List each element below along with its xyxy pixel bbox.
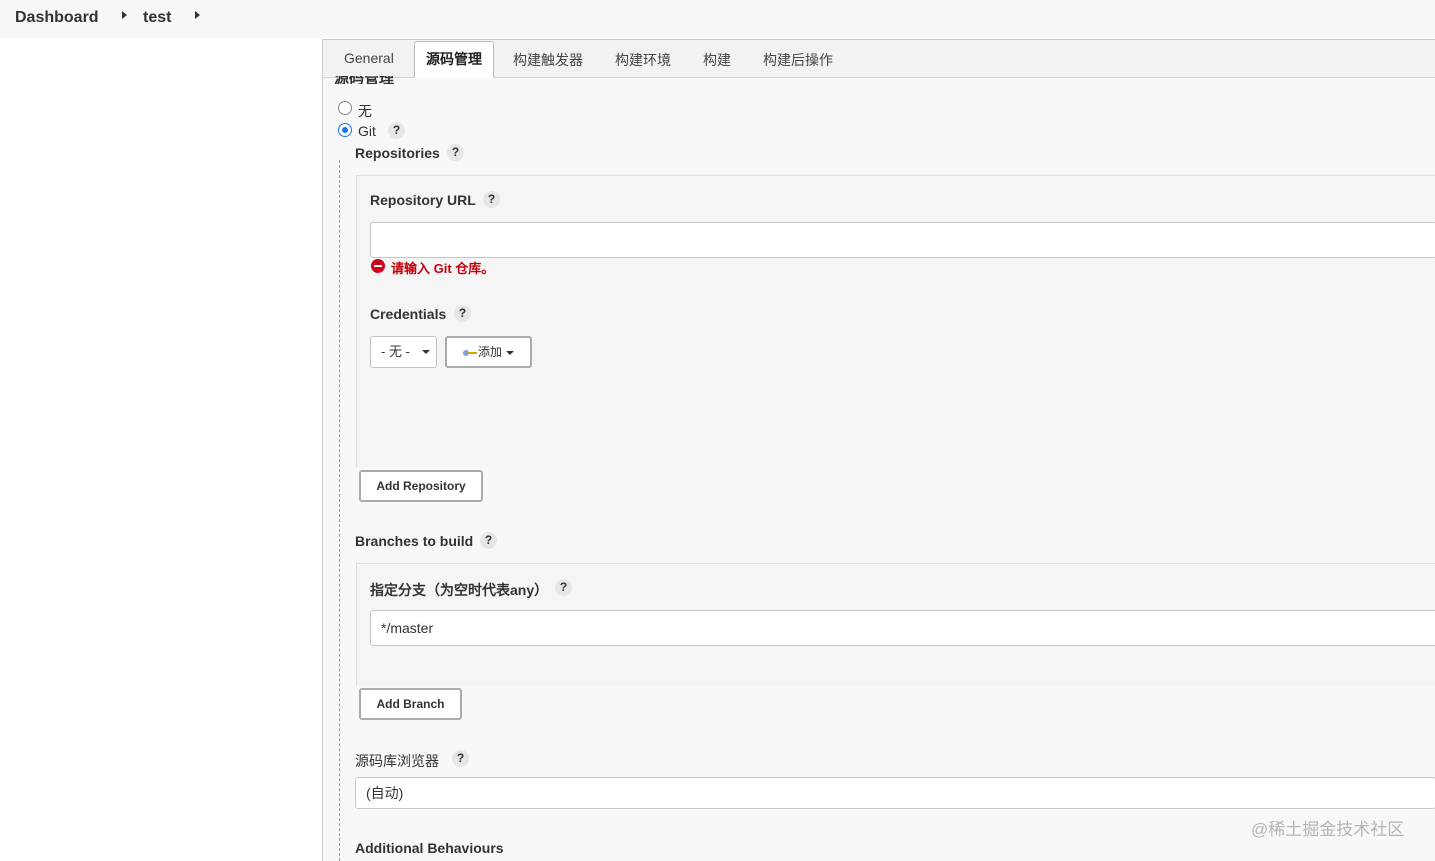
key-icon (462, 349, 477, 356)
help-icon[interactable]: ? (452, 750, 469, 767)
add-repository-button[interactable]: Add Repository (359, 470, 483, 502)
chevron-right-icon[interactable] (195, 11, 200, 19)
credentials-label: Credentials (370, 306, 447, 322)
scm-git-radio[interactable] (338, 123, 352, 137)
credentials-select[interactable]: - 无 - (370, 336, 437, 368)
breadcrumb-job[interactable]: test (143, 9, 171, 27)
chevron-down-icon (506, 350, 514, 355)
help-icon[interactable]: ? (454, 305, 471, 322)
config-panel: General 源码管理 构建触发器 构建环境 构建 构建后操作 源码管理 无 … (322, 39, 1435, 861)
tab-build[interactable]: 构建 (703, 50, 731, 70)
add-branch-button[interactable]: Add Branch (359, 688, 462, 720)
breadcrumb: Dashboard test (0, 0, 1435, 38)
config-tab-bar: General 源码管理 构建触发器 构建环境 构建 构建后操作 (323, 40, 1435, 78)
tab-post-build[interactable]: 构建后操作 (763, 50, 833, 70)
watermark: @稀土掘金技术社区 (1251, 820, 1405, 839)
repo-browser-select[interactable]: (自动) (355, 777, 1435, 809)
git-section-guide (339, 160, 340, 861)
error-icon (371, 259, 385, 273)
breadcrumb-dashboard[interactable]: Dashboard (15, 9, 99, 27)
branch-block: 指定分支（为空时代表any） ? */master (356, 563, 1435, 686)
add-credentials-label: 添加 (477, 345, 502, 359)
scm-none-radio[interactable] (338, 101, 352, 115)
left-side-panel (0, 38, 322, 860)
branch-specifier-input[interactable]: */master (370, 610, 1435, 646)
chevron-down-icon (422, 350, 430, 354)
repository-url-label: Repository URL (370, 192, 476, 208)
repo-browser-label: 源码库浏览器 (355, 753, 439, 769)
scm-none-label[interactable]: 无 (358, 101, 372, 121)
credentials-selected-value: - 无 - (381, 344, 410, 359)
repository-url-error: 请输入 Git 仓库。 (391, 261, 495, 276)
tab-build-triggers[interactable]: 构建触发器 (513, 50, 583, 70)
help-icon[interactable]: ? (483, 191, 500, 208)
branch-specifier-label: 指定分支（为空时代表any） (370, 582, 549, 598)
chevron-right-icon[interactable] (122, 11, 127, 19)
help-icon[interactable]: ? (388, 122, 405, 139)
help-icon[interactable]: ? (480, 532, 497, 549)
help-icon[interactable]: ? (447, 144, 464, 161)
section-title-text: 源码管理 (334, 76, 394, 84)
repository-block: Repository URL ? 请输入 Git 仓库。 Credentials… (356, 175, 1435, 467)
scm-git-label[interactable]: Git (358, 123, 376, 139)
tab-scm[interactable]: 源码管理 (414, 41, 494, 78)
add-credentials-button[interactable]: 添加 (445, 336, 532, 368)
additional-behaviours-label: Additional Behaviours (355, 840, 504, 856)
repositories-label: Repositories (355, 145, 440, 161)
tab-general[interactable]: General (344, 50, 394, 66)
repository-url-input[interactable] (370, 222, 1435, 258)
help-icon[interactable]: ? (555, 579, 572, 596)
section-title: 源码管理 (334, 76, 414, 84)
branches-label: Branches to build (355, 533, 474, 549)
tab-build-environment[interactable]: 构建环境 (615, 50, 671, 70)
